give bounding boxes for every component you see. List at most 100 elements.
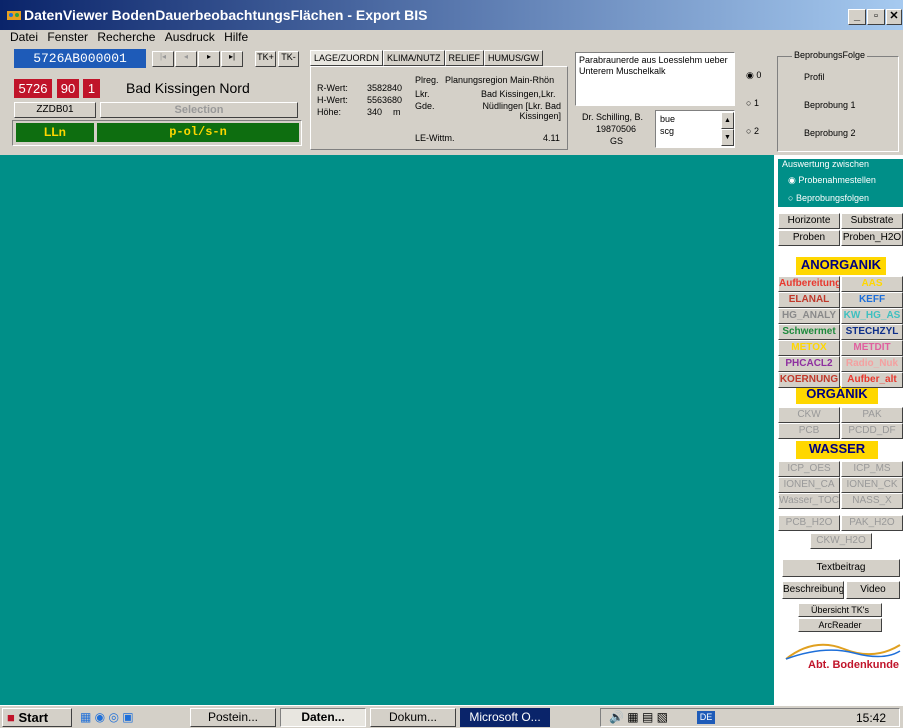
prev-record-button[interactable]: ◂ bbox=[175, 51, 197, 67]
anorganik-button[interactable]: Aufbereitung bbox=[778, 276, 840, 292]
windows-logo-icon: ■ bbox=[7, 710, 15, 725]
pcb-button[interactable]: PCB bbox=[778, 423, 840, 439]
plreg-value: Planungsregion Main-Rhön bbox=[445, 75, 555, 85]
beprobung-1[interactable]: Beprobung 1 bbox=[804, 100, 856, 110]
beprobung-2[interactable]: Beprobung 2 bbox=[804, 128, 856, 138]
scroll-up-button[interactable]: ▲ bbox=[721, 112, 734, 129]
video-button[interactable]: Video bbox=[846, 581, 900, 599]
wasser-heading: WASSER bbox=[796, 441, 878, 459]
anorganik-button[interactable]: KEFF bbox=[841, 292, 903, 308]
horizonte-button[interactable]: Horizonte bbox=[778, 213, 840, 229]
list-item[interactable]: bue bbox=[660, 114, 675, 124]
anorganik-button[interactable]: PHCACL2 bbox=[778, 356, 840, 372]
task-microsoft[interactable]: Microsoft O... bbox=[460, 708, 550, 727]
pak-button[interactable]: PAK bbox=[841, 407, 903, 423]
ionen-ck-button[interactable]: IONEN_CK bbox=[841, 477, 903, 493]
quicklaunch-icons[interactable]: ▦ ◉ ◎ ▣ bbox=[80, 710, 134, 724]
radio-2[interactable]: ○ 2 bbox=[746, 126, 759, 136]
task-postein[interactable]: Postein... bbox=[190, 708, 276, 727]
anorganik-button[interactable]: KOERNUNG bbox=[778, 372, 840, 388]
list-item[interactable]: scg bbox=[660, 126, 674, 136]
anorganik-button[interactable]: AAS bbox=[841, 276, 903, 292]
anorganik-button[interactable]: Schwermet bbox=[778, 324, 840, 340]
proben-button[interactable]: Proben bbox=[778, 230, 840, 246]
maximize-button[interactable]: ▫ bbox=[867, 9, 885, 25]
start-label: Start bbox=[18, 710, 49, 725]
anorganik-button[interactable]: METOX bbox=[778, 340, 840, 356]
arcreader-button[interactable]: ArcReader bbox=[798, 618, 882, 632]
beschreibung-button[interactable]: Beschreibung bbox=[782, 581, 844, 599]
system-tray: 🔊 ▦ ▤ ▧ DE 15:42 bbox=[600, 708, 900, 727]
hoehe-unit: m bbox=[393, 107, 401, 117]
anorganik-button[interactable]: KW_HG_AS bbox=[841, 308, 903, 324]
tab-relief[interactable]: RELIEF bbox=[444, 50, 485, 66]
task-dokum[interactable]: Dokum... bbox=[370, 708, 456, 727]
pak-h2o-button[interactable]: PAK_H2O bbox=[841, 515, 903, 531]
title-bar[interactable]: DatenViewer BodenDauerbeobachtungsFläche… bbox=[0, 0, 903, 30]
proben-h2o-button[interactable]: Proben_H2O bbox=[841, 230, 903, 246]
last-record-button[interactable]: ▸| bbox=[221, 51, 243, 67]
ckw-h2o-button[interactable]: CKW_H2O bbox=[810, 533, 872, 549]
anorganik-button[interactable]: STECHZYL bbox=[841, 324, 903, 340]
tab-lage-zuordn[interactable]: LAGE/ZUORDN bbox=[310, 50, 384, 66]
anorganik-button[interactable]: HG_ANALY bbox=[778, 308, 840, 324]
gde-label: Gde. bbox=[415, 101, 435, 111]
lkr-value: Bad Kissingen,Lkr. bbox=[481, 89, 556, 99]
scroll-down-button[interactable]: ▼ bbox=[721, 129, 734, 146]
zzdb-button[interactable]: ZZDB01 bbox=[14, 102, 96, 118]
ckw-button[interactable]: CKW bbox=[778, 407, 840, 423]
tk-minus-button[interactable]: TK- bbox=[278, 51, 299, 67]
tab-panel: R-Wert: 3582840 H-Wert: 5563680 Höhe: 34… bbox=[310, 66, 568, 150]
radio-1[interactable]: ○ 1 bbox=[746, 98, 759, 108]
menu-ausdruck[interactable]: Ausdruck bbox=[165, 30, 215, 44]
language-indicator[interactable]: DE bbox=[697, 711, 715, 724]
le-label: LE-Wittm. bbox=[415, 133, 455, 143]
anorganik-button[interactable]: Radio_Nuk bbox=[841, 356, 903, 372]
ionen-ca-button[interactable]: IONEN_CA bbox=[778, 477, 840, 493]
beprobung-profil[interactable]: Profil bbox=[804, 72, 825, 82]
auswertung-title: Auswertung zwischen bbox=[782, 159, 870, 169]
icp-oes-button[interactable]: ICP_OES bbox=[778, 461, 840, 477]
substrate-button[interactable]: Substrate bbox=[841, 213, 903, 229]
pcdd-df-button[interactable]: PCDD_DF bbox=[841, 423, 903, 439]
close-button[interactable]: ✕ bbox=[886, 9, 902, 25]
menu-hilfe[interactable]: Hilfe bbox=[224, 30, 248, 44]
next-record-button[interactable]: ▸ bbox=[198, 51, 220, 67]
start-button[interactable]: ■ Start bbox=[2, 708, 72, 727]
radio-label: 1 bbox=[753, 98, 759, 108]
tk-plus-button[interactable]: TK+ bbox=[255, 51, 276, 67]
minimize-button[interactable]: _ bbox=[848, 9, 866, 25]
pcb-h2o-button[interactable]: PCB_H2O bbox=[778, 515, 840, 531]
tab-humus-gw[interactable]: HUMUS/GW bbox=[484, 50, 544, 66]
tray-icons[interactable]: 🔊 ▦ ▤ ▧ bbox=[609, 710, 668, 724]
anorganik-button[interactable]: ELANAL bbox=[778, 292, 840, 308]
tab-klima-nutz[interactable]: KLIMA/NUTZ bbox=[383, 50, 445, 66]
author-name: Dr. Schilling, B. bbox=[582, 112, 644, 122]
logo: Abt. Bodenkunde bbox=[784, 635, 902, 675]
radio-checked-icon: ◉ bbox=[788, 175, 796, 185]
menu-recherche[interactable]: Recherche bbox=[97, 30, 155, 44]
wasser-toc-button[interactable]: Wasser_TOC bbox=[778, 493, 840, 509]
main-viewport[interactable] bbox=[0, 155, 774, 705]
radio-0[interactable]: ◉ 0 bbox=[746, 70, 761, 81]
icp-ms-button[interactable]: ICP_MS bbox=[841, 461, 903, 477]
menu-fenster[interactable]: Fenster bbox=[47, 30, 88, 44]
radio-label: Probenahmestellen bbox=[798, 175, 876, 185]
selection-button[interactable]: Selection bbox=[100, 102, 298, 118]
anorganik-button[interactable]: Aufber_alt bbox=[841, 372, 903, 388]
radio-probenahmestellen[interactable]: ◉ Probenahmestellen bbox=[788, 175, 876, 186]
radio-beprobungsfolgen[interactable]: ○ Beprobungsfolgen bbox=[788, 193, 869, 203]
code-number: 90 bbox=[57, 79, 79, 98]
record-id[interactable]: 5726AB000001 bbox=[14, 49, 146, 68]
uebersicht-tk-button[interactable]: Übersicht TK's bbox=[798, 603, 882, 617]
description-textarea[interactable]: Parabraunerde aus Loesslehm ueber Untere… bbox=[575, 52, 735, 106]
taskbar: ■ Start ▦ ◉ ◎ ▣ Postein... Daten... Doku… bbox=[0, 705, 903, 728]
task-daten[interactable]: Daten... bbox=[280, 708, 366, 727]
anorganik-button[interactable]: METDIT bbox=[841, 340, 903, 356]
radio-unchecked-icon: ○ bbox=[746, 126, 752, 136]
code-listbox[interactable]: bue scg ▲ ▼ bbox=[655, 110, 735, 148]
menu-datei[interactable]: Datei bbox=[10, 30, 38, 44]
textbeitrag-button[interactable]: Textbeitrag bbox=[782, 559, 900, 577]
first-record-button[interactable]: |◂ bbox=[152, 51, 174, 67]
nass-x-button[interactable]: NASS_X bbox=[841, 493, 903, 509]
